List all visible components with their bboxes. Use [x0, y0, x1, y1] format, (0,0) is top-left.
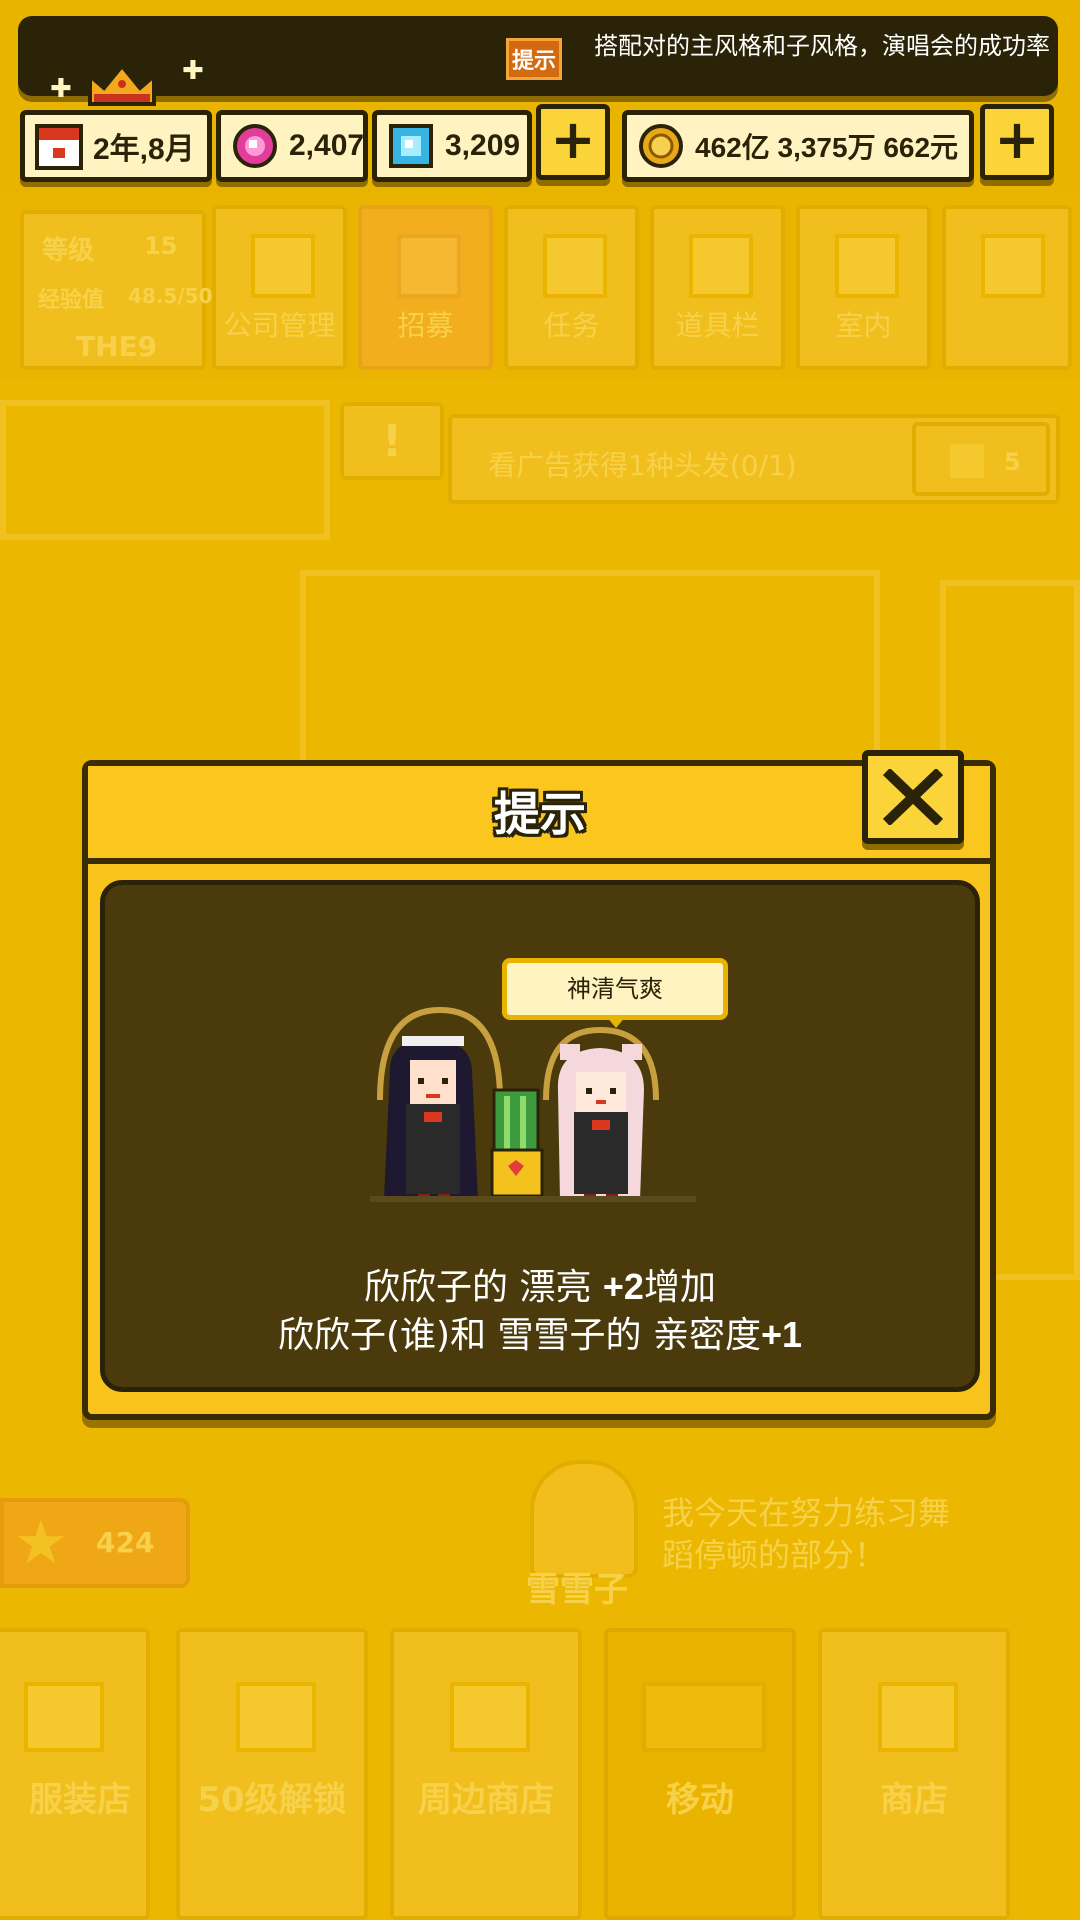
- line1-text: 欣欣子的 漂亮: [364, 1267, 603, 1308]
- characters-illustration: [370, 1006, 696, 1202]
- crown-icon: [88, 62, 156, 106]
- add-money-button[interactable]: +: [980, 104, 1054, 180]
- line2-text: 欣欣子(谁)和 雪雪子的 亲密度: [277, 1315, 761, 1356]
- result-line-1: 欣欣子的 漂亮 +2增加: [100, 1258, 980, 1310]
- calendar-icon: [35, 124, 83, 170]
- sparkle-icon: ✚: [182, 56, 204, 86]
- character-xinxinzi: [384, 1036, 478, 1202]
- date-display: 2年,8月: [20, 110, 212, 182]
- money-counter: 462亿 3,375万 662元: [622, 110, 974, 182]
- close-icon: [882, 769, 944, 825]
- pink-gem-counter: 2,407: [216, 110, 368, 182]
- date-value: 2年,8月: [93, 133, 195, 166]
- ticker-text: 搭配对的主风格和子风格，演唱会的成功率: [594, 32, 1050, 60]
- character-xuexuezi: [557, 1044, 644, 1202]
- line1-value: +2: [602, 1266, 644, 1307]
- mood-bubble: 神清气爽: [502, 958, 728, 1020]
- money-value: 462亿 3,375万 662元: [695, 132, 959, 163]
- plant-item: [490, 1088, 544, 1198]
- line1-suffix: 增加: [643, 1267, 716, 1308]
- blue-gem-icon: [389, 124, 433, 168]
- mood-bubble-tail: [606, 1016, 626, 1028]
- blue-gem-counter: 3,209: [372, 110, 532, 182]
- coin-icon: [639, 124, 683, 168]
- close-button[interactable]: [862, 750, 964, 844]
- add-gems-button[interactable]: +: [536, 104, 610, 180]
- pink-gem-value: 2,407: [289, 129, 365, 162]
- line2-value: +1: [760, 1314, 803, 1355]
- blue-gem-value: 3,209: [445, 129, 521, 162]
- ticker-badge: 提示: [506, 38, 562, 80]
- result-line-2: 欣欣子(谁)和 雪雪子的 亲密度+1: [100, 1306, 980, 1358]
- sparkle-icon: ✚: [50, 74, 72, 104]
- pink-gem-icon: [233, 124, 277, 168]
